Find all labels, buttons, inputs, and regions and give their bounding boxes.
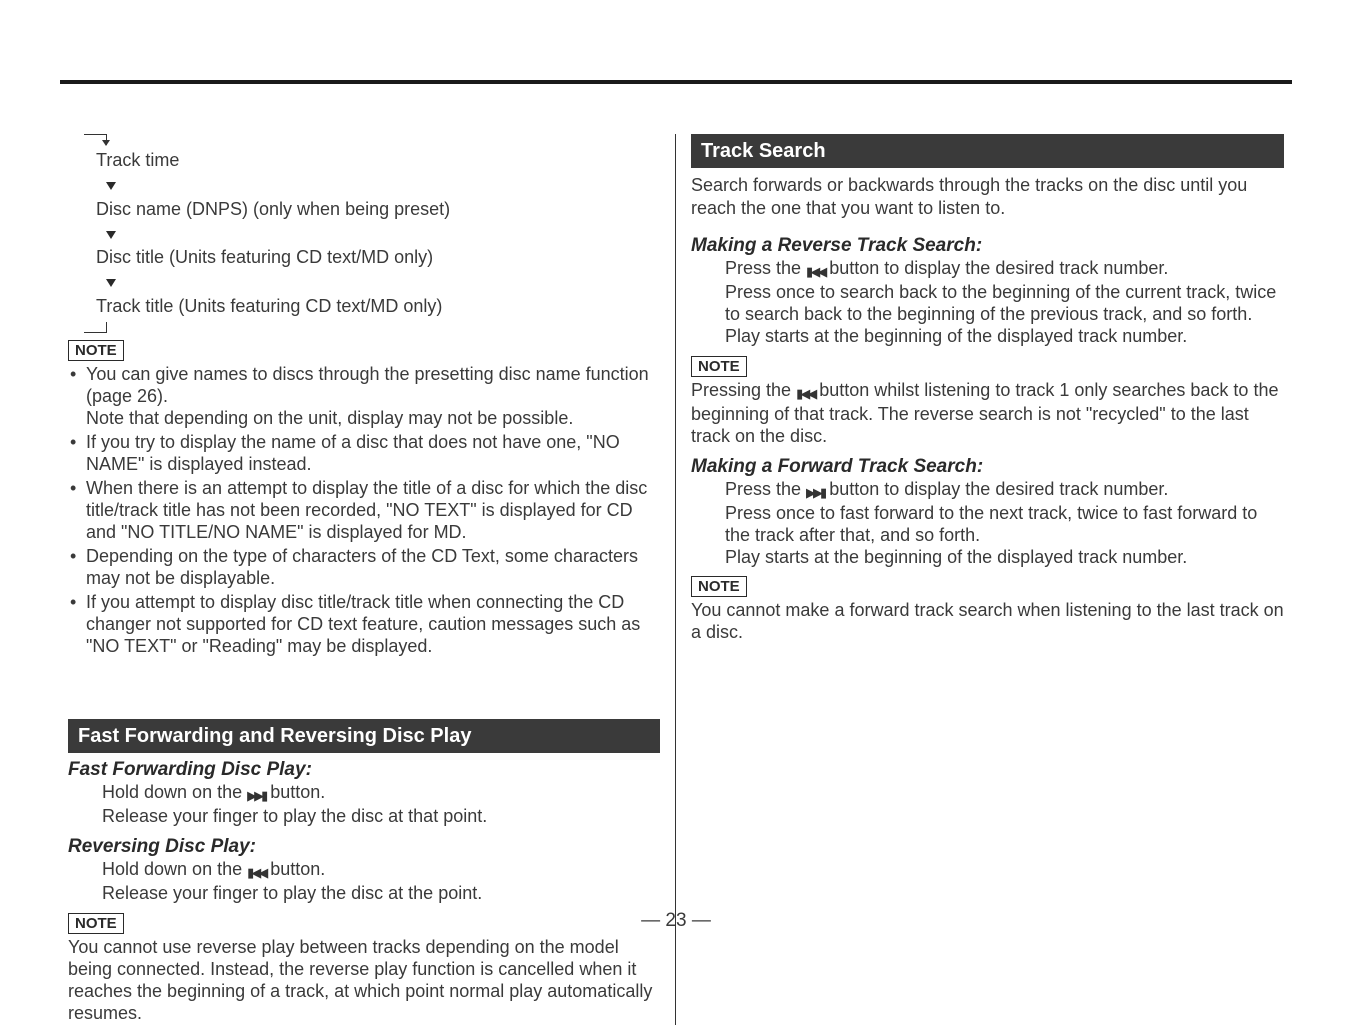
- note-paragraph: Pressing the button whilst listening to …: [691, 380, 1284, 448]
- note-item: If you attempt to display disc title/tra…: [68, 592, 660, 658]
- prev-track-icon: [247, 861, 265, 883]
- sub-heading: Fast Forwarding Disc Play:: [68, 759, 660, 781]
- section-heading-ff: Fast Forwarding and Reversing Disc Play: [68, 719, 660, 753]
- flow-item: Disc name (DNPS) (only when being preset…: [96, 197, 660, 221]
- note-item: Depending on the type of characters of t…: [68, 546, 660, 590]
- note-list: You can give names to discs through the …: [68, 364, 660, 657]
- flow-item: Track title (Units featuring CD text/MD …: [96, 294, 660, 318]
- instruction: Hold down on the button. Release your fi…: [68, 859, 660, 905]
- prev-track-icon: [806, 260, 824, 282]
- sub-heading: Making a Reverse Track Search:: [691, 235, 1284, 257]
- note-item: When there is an attempt to display the …: [68, 478, 660, 544]
- instruction: Press the button to display the desired …: [691, 258, 1284, 348]
- note-text: Note that depending on the unit, display…: [86, 408, 573, 428]
- note-label: NOTE: [691, 576, 747, 597]
- arrow-down-icon: [106, 231, 116, 239]
- next-track-icon: [247, 784, 265, 806]
- instruction: Press the button to display the desired …: [691, 479, 1284, 569]
- sub-heading: Reversing Disc Play:: [68, 836, 660, 858]
- arrow-down-icon: [106, 279, 116, 287]
- right-column: Track Search Search forwards or backward…: [676, 134, 1292, 1025]
- note-paragraph: You cannot make a forward track search w…: [691, 600, 1284, 644]
- flow-item: Disc title (Units featuring CD text/MD o…: [96, 245, 660, 269]
- note-text: You can give names to discs through the …: [86, 364, 649, 406]
- note-paragraph: You cannot use reverse play between trac…: [68, 937, 660, 1025]
- next-track-icon: [806, 481, 824, 503]
- display-flow-diagram: Track time Disc name (DNPS) (only when b…: [96, 134, 660, 332]
- note-item: You can give names to discs through the …: [68, 364, 660, 430]
- note-label: NOTE: [691, 356, 747, 377]
- arrow-down-icon: [106, 182, 116, 190]
- flow-item: Track time: [96, 148, 660, 172]
- note-item: If you try to display the name of a disc…: [68, 432, 660, 476]
- prev-track-icon: [796, 382, 814, 404]
- page-number: — 23 —: [0, 910, 1352, 932]
- section-heading-track-search: Track Search: [691, 134, 1284, 168]
- left-column: Track time Disc name (DNPS) (only when b…: [60, 134, 676, 1025]
- note-label: NOTE: [68, 340, 124, 361]
- intro-text: Search forwards or backwards through the…: [691, 174, 1284, 219]
- instruction: Hold down on the button. Release your fi…: [68, 782, 660, 828]
- sub-heading: Making a Forward Track Search:: [691, 456, 1284, 478]
- horizontal-rule: [60, 80, 1292, 84]
